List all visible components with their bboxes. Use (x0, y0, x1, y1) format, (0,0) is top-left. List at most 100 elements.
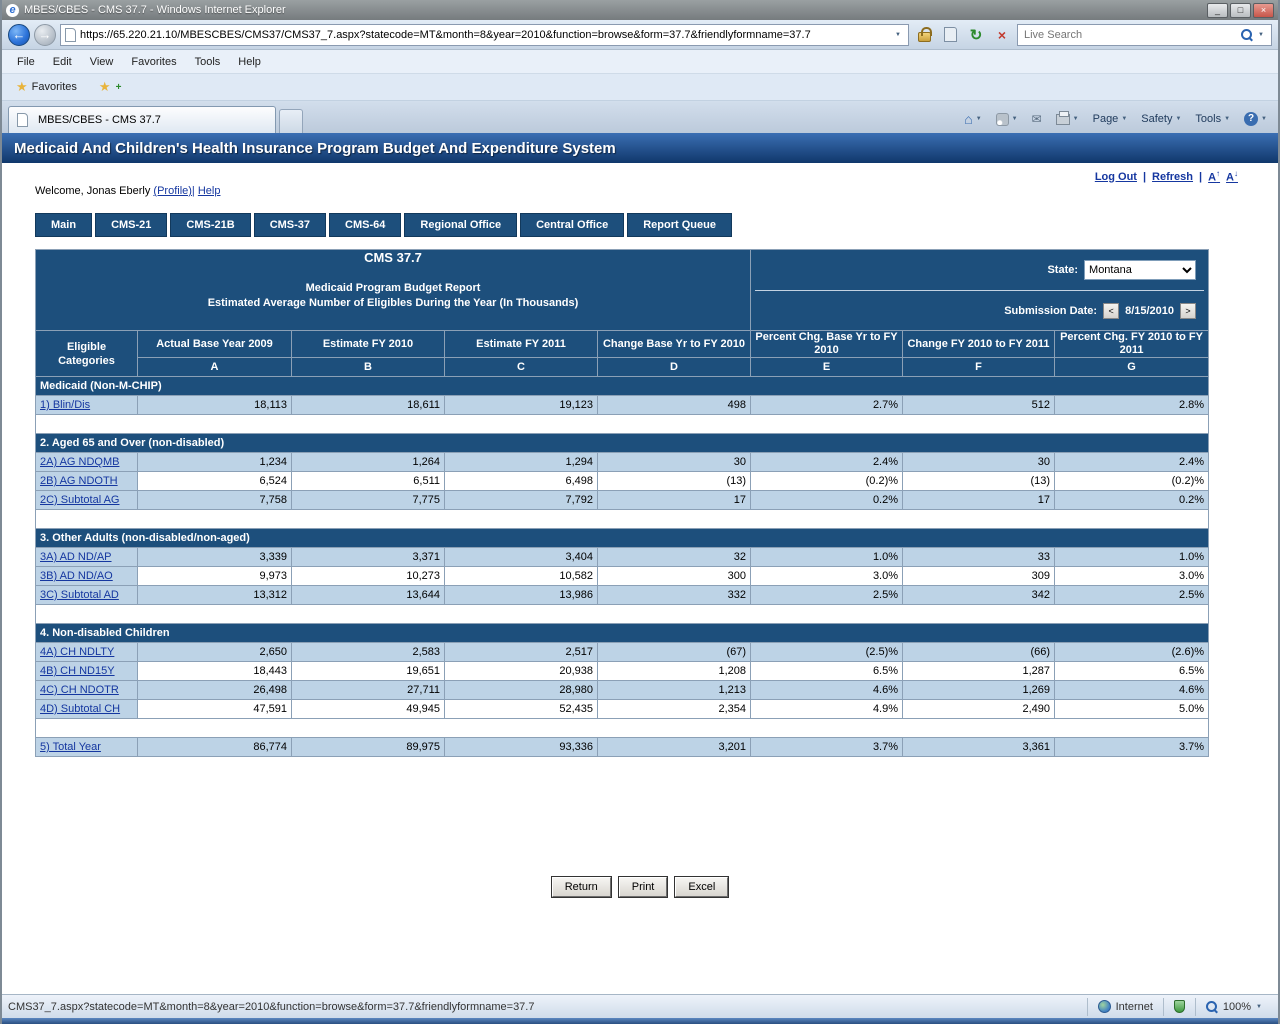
address-history-dropdown[interactable]: ▼ (890, 25, 906, 45)
row-link-2b-ag-ndoth[interactable]: 2B) AG NDOTH (40, 475, 118, 487)
table-row: 2A) AG NDQMB1,2341,2641,294302.4%302.4% (36, 453, 1209, 472)
excel-button[interactable]: Excel (675, 877, 728, 897)
nav-tab-cms-21b[interactable]: CMS-21B (170, 213, 250, 237)
table-row: 3C) Subtotal AD13,31213,64413,9863322.5%… (36, 586, 1209, 605)
safety-menu[interactable]: Safety▼ (1136, 111, 1186, 127)
url-input[interactable] (80, 29, 890, 41)
print-button[interactable]: Print (619, 877, 668, 897)
refresh-button[interactable]: ↻ (965, 24, 987, 46)
welcome-line: Welcome, Jonas Eberly (Profile)| Help (2, 185, 1278, 205)
report-subtitle: Estimated Average Number of Eligibles Du… (40, 296, 746, 311)
zone-indicator: Internet (1087, 998, 1163, 1016)
section-row: Medicaid (Non-M-CHIP) (36, 377, 1209, 396)
zone-label: Internet (1116, 1001, 1153, 1013)
page-icon (65, 28, 76, 42)
nav-tab-regional-office[interactable]: Regional Office (404, 213, 517, 237)
row-label-cell: 2A) AG NDQMB (36, 453, 138, 472)
value-cell: 6,524 (138, 472, 292, 491)
row-link-3a-ad-nd-ap[interactable]: 3A) AD ND/AP (40, 551, 112, 563)
row-label-cell: 4A) CH NDLTY (36, 643, 138, 662)
value-cell: 33 (903, 548, 1055, 567)
menu-help[interactable]: Help (229, 53, 270, 71)
nav-tab-cms-37[interactable]: CMS-37 (254, 213, 326, 237)
stop-button[interactable]: × (991, 24, 1013, 46)
return-button[interactable]: Return (552, 877, 611, 897)
section-row: 4. Non-disabled Children (36, 624, 1209, 643)
font-decrease-button[interactable]: A↓ (1226, 169, 1238, 184)
row-link-4b-ch-nd15y[interactable]: 4B) CH ND15Y (40, 665, 115, 677)
value-cell: 2.4% (751, 453, 903, 472)
row-link-2c-subtotal-ag[interactable]: 2C) Subtotal AG (40, 494, 120, 506)
menu-edit[interactable]: Edit (44, 53, 81, 71)
submission-label: Submission Date: (1004, 305, 1097, 317)
tab-stub[interactable] (279, 109, 303, 133)
row-link-4c-ch-ndotr[interactable]: 4C) CH NDOTR (40, 684, 119, 696)
back-button[interactable]: ← (8, 24, 30, 46)
state-select[interactable]: Montana (1084, 260, 1196, 280)
section-row: 3. Other Adults (non-disabled/non-aged) (36, 529, 1209, 548)
nav-tab-main[interactable]: Main (35, 213, 92, 237)
window-frame-bottom (2, 1018, 1278, 1024)
feeds-button[interactable]: ▼ (991, 111, 1023, 128)
submission-next-button[interactable]: > (1180, 303, 1196, 319)
row-link-4a-ch-ndlty[interactable]: 4A) CH NDLTY (40, 646, 114, 658)
minimize-button[interactable]: _ (1207, 3, 1228, 18)
profile-link[interactable]: (Profile)| (153, 185, 194, 197)
zoom-control[interactable]: 100% ▼ (1195, 998, 1272, 1016)
menu-file[interactable]: File (8, 53, 44, 71)
menu-favorites[interactable]: Favorites (122, 53, 185, 71)
value-cell: 5.0% (1055, 700, 1209, 719)
zoom-level: 100% (1223, 1001, 1251, 1013)
row-link-5-total-year[interactable]: 5) Total Year (40, 741, 101, 753)
row-link-2a-ag-ndqmb[interactable]: 2A) AG NDQMB (40, 456, 119, 468)
menu-tools[interactable]: Tools (186, 53, 230, 71)
font-increase-button[interactable]: A↑ (1208, 169, 1220, 184)
row-link-4d-subtotal-ch[interactable]: 4D) Subtotal CH (40, 703, 120, 715)
forward-button[interactable]: → (34, 24, 56, 46)
browser-tab[interactable]: MBES/CBES - CMS 37.7 (8, 106, 276, 133)
col-header-e: Percent Chg. Base Yr to FY 2010 (751, 331, 903, 358)
value-cell: 1,264 (292, 453, 445, 472)
nav-tab-central-office[interactable]: Central Office (520, 213, 624, 237)
row-link-3c-subtotal-ad[interactable]: 3C) Subtotal AD (40, 589, 119, 601)
command-bar: ⌂▼ ▼ ✉ ▼ Page▼ Safety▼ Tools▼ ?▼ (959, 109, 1272, 133)
add-favorites-button[interactable]: ★+ (93, 77, 128, 97)
search-dropdown[interactable]: ▼ (1253, 25, 1269, 45)
certificate-icon[interactable] (913, 24, 935, 46)
search-input[interactable] (1024, 29, 1241, 41)
page-menu[interactable]: Page▼ (1088, 111, 1133, 127)
spacer-cell (36, 605, 1209, 624)
compatibility-view-button[interactable] (939, 24, 961, 46)
logout-link[interactable]: Log Out (1095, 171, 1137, 183)
close-button[interactable]: × (1253, 3, 1274, 18)
refresh-link[interactable]: Refresh (1152, 171, 1193, 183)
shield-icon (1174, 1000, 1185, 1013)
help-link[interactable]: Help (198, 185, 221, 197)
col-letter-g: G (1055, 358, 1209, 377)
menu-view[interactable]: View (81, 53, 123, 71)
help-menu[interactable]: ?▼ (1239, 110, 1272, 128)
favorites-button[interactable]: ★ Favorites (8, 77, 85, 97)
row-link-1-blin-dis[interactable]: 1) Blin/Dis (40, 399, 90, 411)
print-button[interactable]: ▼ (1051, 112, 1084, 127)
value-cell: 1,294 (445, 453, 598, 472)
zoom-dropdown-icon[interactable]: ▼ (1256, 1004, 1262, 1010)
row-label-cell: 4C) CH NDOTR (36, 681, 138, 700)
col-letter-a: A (138, 358, 292, 377)
row-link-3b-ad-nd-ao[interactable]: 3B) AD ND/AO (40, 570, 113, 582)
col-header-f: Change FY 2010 to FY 2011 (903, 331, 1055, 358)
nav-tab-report-queue[interactable]: Report Queue (627, 213, 732, 237)
value-cell: 4.6% (1055, 681, 1209, 700)
submission-prev-button[interactable]: < (1103, 303, 1119, 319)
search-icon[interactable] (1241, 29, 1253, 41)
tools-menu[interactable]: Tools▼ (1190, 111, 1235, 127)
row-label-cell: 2C) Subtotal AG (36, 491, 138, 510)
home-button[interactable]: ⌂▼ (959, 109, 986, 129)
row-label-cell: 2B) AG NDOTH (36, 472, 138, 491)
nav-tab-cms-64[interactable]: CMS-64 (329, 213, 401, 237)
read-mail-button[interactable]: ✉ (1027, 110, 1047, 128)
status-bar: CMS37_7.aspx?statecode=MT&month=8&year=2… (2, 994, 1278, 1018)
value-cell: 0.2% (1055, 491, 1209, 510)
nav-tab-cms-21[interactable]: CMS-21 (95, 213, 167, 237)
maximize-button[interactable]: □ (1230, 3, 1251, 18)
